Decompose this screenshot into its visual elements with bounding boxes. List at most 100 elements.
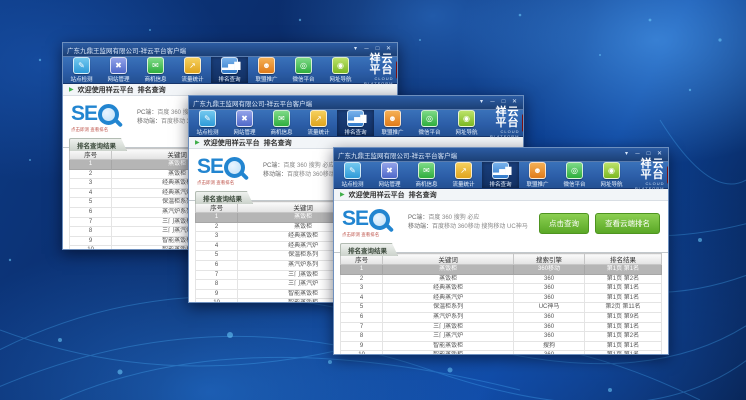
toolbar-item-label: 网址导航 [329,75,351,83]
toolbar-item-site-check[interactable]: ✎站点检测 [63,57,100,83]
toolbar-item-alliance-promo[interactable]: ☻联盟推广 [374,110,411,136]
table-row[interactable]: 6蒸汽炉系列360第1页 第9名 [341,312,662,322]
brand-name: 祥云平台 [630,159,664,181]
table-row[interactable]: 1蒸饭柜360移动第1页 第1名 [341,265,662,275]
toolbar-item-wechat-platform[interactable]: ◎微信平台 [556,162,593,188]
cell-seq: 3 [341,284,383,294]
table-row[interactable]: 5保温柜系列UC神马第2页 第11名 [341,303,662,313]
seo-logo-text: SE [197,157,223,177]
brand-seal-icon: 祥 [396,61,398,79]
cell-seq: 2 [70,169,112,179]
toolbar-item-label: 排名查询 [344,128,366,136]
message-icon: ✉ [147,57,164,74]
cell-seq: 1 [70,160,112,170]
table-row[interactable]: 9智能蒸饭柜搜狗第1页 第1名 [341,341,662,351]
col-header-keyword[interactable]: 关键词 [383,254,514,265]
cell-rank: 第1页 第1名 [584,293,661,303]
engine-line-pc-value: 百度 360 搜狗 必应 [283,163,334,169]
cell-seq: 2 [341,274,383,284]
toolbar-item-site-check[interactable]: ✎站点检测 [334,162,371,188]
table-row[interactable]: 2蒸饭柜360第1页 第2名 [341,274,662,284]
welcome-bar: ▶ 欢迎使用祥云平台 排名查询 [334,189,668,201]
toolbar-item-label: 商机信息 [144,75,166,83]
toolbar-item-label: 网站管理 [233,128,255,136]
cell-rank: 第1页 第1名 [584,341,661,351]
toolbar-item-site-manage[interactable]: ✖网站管理 [226,110,263,136]
toolbar-item-alliance-promo[interactable]: ☻联盟推广 [248,57,285,83]
tools-icon: ✖ [381,162,398,179]
window-title: 广东九鼎王监网有限公司-祥云平台客户端 [67,45,351,55]
toolbar-item-wechat-platform[interactable]: ◎微信平台 [411,110,448,136]
mouse-icon: ◉ [603,162,620,179]
toolbar-item-label: 联盟推广 [526,180,548,188]
toolbar-item-rank-query[interactable]: ▂▅▇排名查询 [211,57,248,83]
rank-table-body: 1蒸饭柜360移动第1页 第1名2蒸饭柜360第1页 第2名3经典蒸饭柜360第… [341,265,662,356]
toolbar-item-label: 联盟推广 [255,75,277,83]
query-button[interactable]: 点击查询 [539,213,589,234]
toolbar-item-label: 商机信息 [270,128,292,136]
brand-text: 祥云平台 CLOUD PLATFORM [359,54,393,86]
pencil-icon: ✎ [199,110,216,127]
cell-seq: 4 [70,188,112,198]
toolbar-item-traffic-stats[interactable]: ↗流量统计 [300,110,337,136]
toolbar-item-site-nav[interactable]: ◉网址导航 [322,57,359,83]
cell-seq: 6 [196,260,238,270]
tab-rank-results[interactable]: 排名查询结果 [195,191,253,204]
tab-rank-results[interactable]: 排名查询结果 [340,243,398,256]
toolbar-item-site-manage[interactable]: ✖网站管理 [100,57,137,83]
col-header-engine[interactable]: 搜索引擎 [514,254,585,265]
welcome-section-label: 排名查询 [138,85,166,95]
table-row[interactable]: 10智能蒸饭柜360第1页 第1名 [341,351,662,355]
toolbar-item-site-nav[interactable]: ◉网址导航 [448,110,485,136]
engine-line-pc-label: PC端： [408,215,428,221]
engine-line-mobile-label: 移动端： [263,172,287,178]
toolbar-item-business-info[interactable]: ✉商机信息 [137,57,174,83]
toolbar-item-traffic-stats[interactable]: ↗流量统计 [445,162,482,188]
cell-seq: 1 [196,213,238,223]
window-menu-button[interactable]: ▾ [622,150,631,159]
table-row[interactable]: 7三门蒸饭柜360第1页 第1名 [341,322,662,332]
toolbar-item-business-info[interactable]: ✉商机信息 [408,162,445,188]
cell-engine: 360 [514,274,585,284]
table-row[interactable]: 3经典蒸饭柜360第1页 第1名 [341,284,662,294]
window-menu-button[interactable]: ▾ [351,45,360,54]
toolbar-item-site-manage[interactable]: ✖网站管理 [371,162,408,188]
seo-logo: SE 点击即测 查看排名 [71,104,137,133]
view-cloud-rank-button[interactable]: 查看云端排名 [595,213,660,234]
magnifier-icon [369,209,390,230]
window-menu-button[interactable]: ▾ [477,98,486,107]
titlebar[interactable]: 广东九鼎王监网有限公司-祥云平台客户端 ▾ ─ □ ✕ [63,43,397,56]
titlebar[interactable]: 广东九鼎王监网有限公司-祥云平台客户端 ▾ ─ □ ✕ [334,148,668,161]
engine-line-mobile-label: 移动端： [137,119,161,125]
cell-engine: 360 [514,351,585,355]
toolbar-item-label: 微信平台 [292,75,314,83]
toolbar-item-rank-query[interactable]: ▂▅▇排名查询 [482,162,519,188]
cell-keyword: 蒸饭柜 [383,274,514,284]
toolbar-item-site-nav[interactable]: ◉网址导航 [593,162,630,188]
engine-line-mobile-label: 移动端： [408,224,432,230]
cell-keyword: 三门蒸饭柜 [383,322,514,332]
toolbar-item-business-info[interactable]: ✉商机信息 [263,110,300,136]
toolbar-items: ✎站点检测✖网站管理✉商机信息↗流量统计▂▅▇排名查询☻联盟推广◎微信平台◉网址… [189,110,485,136]
cell-engine: 360 [514,322,585,332]
col-header-rank[interactable]: 排名结果 [584,254,661,265]
tab-rank-results[interactable]: 排名查询结果 [69,138,127,151]
toolbar-item-traffic-stats[interactable]: ↗流量统计 [174,57,211,83]
titlebar[interactable]: 广东九鼎王监网有限公司-祥云平台客户端 ▾ ─ □ ✕ [189,96,523,109]
seo-logo: SE 点击即测 查看排名 [197,157,263,186]
cell-keyword: 智能蒸饭柜 [383,351,514,355]
brand-text: 祥云平台 CLOUD PLATFORM [630,159,664,191]
toolbar-item-wechat-platform[interactable]: ◎微信平台 [285,57,322,83]
bar-chart-icon: ▂▅▇ [221,57,238,74]
engine-list: PC端：百度 360 搜狗 必应 移动端：百度移动 360移动 搜狗移动 UC神… [408,214,528,232]
content-area: SE 点击即测 查看排名 PC端：百度 360 搜狗 必应 移动端：百度移动 3… [334,201,668,354]
table-row[interactable]: 8三门蒸汽炉360第1页 第2名 [341,332,662,342]
toolbar-item-rank-query[interactable]: ▂▅▇排名查询 [337,110,374,136]
toolbar-items: ✎站点检测✖网站管理✉商机信息↗流量统计▂▅▇排名查询☻联盟推广◎微信平台◉网址… [334,162,630,188]
cell-seq: 1 [341,265,383,275]
toolbar-item-alliance-promo[interactable]: ☻联盟推广 [519,162,556,188]
cell-seq: 6 [70,207,112,217]
toolbar-item-site-check[interactable]: ✎站点检测 [189,110,226,136]
table-row[interactable]: 4经典蒸汽炉360第1页 第1名 [341,293,662,303]
cell-rank: 第1页 第1名 [584,284,661,294]
